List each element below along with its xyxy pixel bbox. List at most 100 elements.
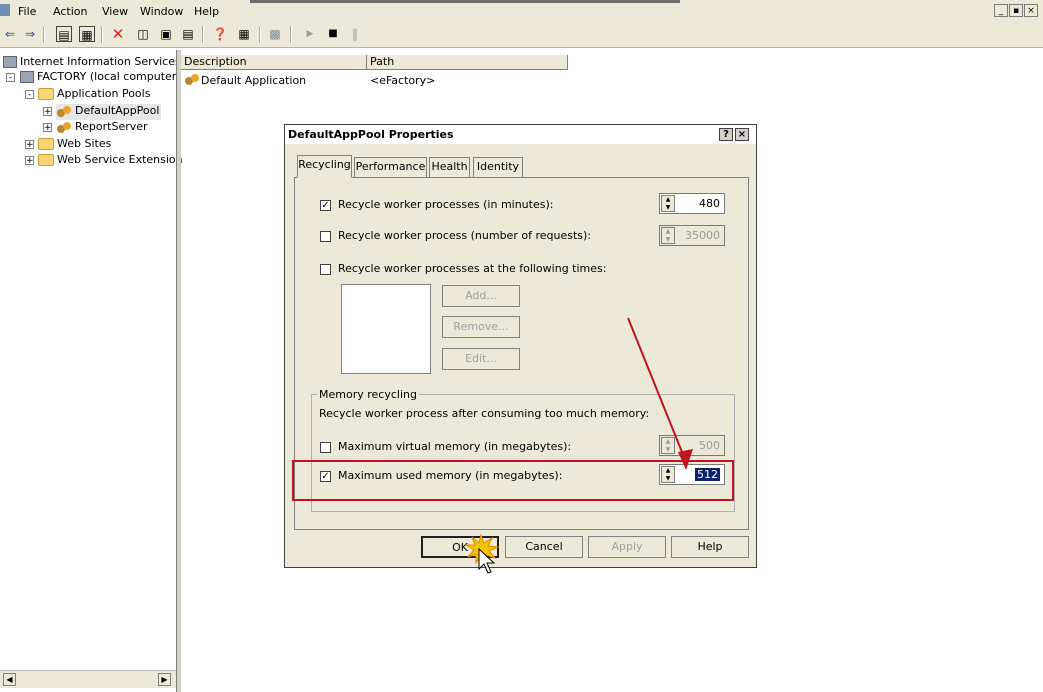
menu-window[interactable]: Window (140, 5, 183, 18)
toolbar-separator (101, 26, 103, 43)
help-icon[interactable]: ❓ (212, 26, 228, 42)
recycle-times-list[interactable] (341, 284, 431, 374)
tree-computer-label: FACTORY (local computer) (37, 70, 181, 83)
dialog-title-bar: DefaultAppPool Properties (285, 125, 756, 144)
delete-icon[interactable]: ✕ (110, 26, 126, 42)
tab-identity[interactable]: Identity (473, 157, 523, 177)
console-icon[interactable]: ▦ (236, 26, 252, 42)
close-window-button[interactable]: × (1024, 4, 1038, 17)
toolbar: ⇐ ⇒ ▤ ▦ ✕ ◫ ▣ ▤ ❓ ▦ ▩ ▶ ■ ‖ (0, 22, 1043, 48)
pane-splitter[interactable] (176, 50, 181, 692)
tree-item-web-sites[interactable]: Web Sites (38, 137, 111, 153)
tree-pool2-label: ReportServer (75, 120, 148, 133)
back-icon[interactable]: ⇐ (2, 26, 18, 42)
tree-wse-label: Web Service Extension (57, 153, 183, 166)
dialog-title: DefaultAppPool Properties (288, 128, 454, 141)
tab-recycling[interactable]: Recycling (297, 155, 352, 178)
menu-bar: File Action View Window Help _ ▪ × (0, 0, 1043, 22)
recycle-times-checkbox[interactable] (320, 264, 331, 275)
row-description: Default Application (201, 74, 307, 87)
recycle-minutes-checkbox[interactable]: ✓ (320, 200, 331, 211)
toolbar-separator (290, 26, 292, 43)
tree-item-defaultapppool[interactable]: DefaultAppPool (56, 104, 162, 120)
spin-arrows-icon[interactable]: ▲ ▼ (661, 195, 675, 212)
expand-icon[interactable]: + (43, 107, 52, 117)
expand-icon[interactable]: + (43, 123, 52, 133)
tree-pane: Internet Information Services - FACTORY … (0, 50, 183, 670)
toolbar-separator (259, 26, 261, 43)
stop-icon[interactable]: ■ (325, 26, 341, 42)
folder-icon (38, 88, 54, 100)
menu-file[interactable]: File (18, 5, 36, 18)
minimize-button[interactable]: _ (994, 4, 1008, 17)
toolbar-separator (43, 26, 45, 43)
row-path: <eFactory> (370, 74, 436, 87)
export-list-icon[interactable]: ▤ (180, 26, 196, 42)
dialog-help-button[interactable]: ? (719, 128, 733, 141)
edit-button[interactable]: Edit... (442, 348, 520, 370)
toolbar-separator (202, 26, 204, 43)
add-button[interactable]: Add... (442, 285, 520, 307)
recycle-minutes-value: 480 (699, 197, 720, 210)
forward-icon[interactable]: ⇒ (22, 26, 38, 42)
window-edge (250, 0, 680, 3)
tab-performance[interactable]: Performance (354, 157, 427, 177)
restore-button[interactable]: ▪ (1009, 4, 1023, 17)
recycle-requests-label: Recycle worker process (number of reques… (338, 229, 591, 242)
tree-horizontal-scrollbar[interactable]: ◀ ▶ (0, 670, 176, 688)
tree-item-app-pools[interactable]: Application Pools (38, 87, 150, 103)
tree-web-sites-label: Web Sites (57, 137, 112, 150)
list-header: Description Path (181, 55, 1043, 70)
tree-item-reportserver[interactable]: ReportServer (56, 120, 148, 136)
recycle-minutes-stepper[interactable]: ▲ ▼ 480 (659, 193, 725, 214)
scroll-left-icon[interactable]: ◀ (3, 673, 16, 686)
computer-icon[interactable]: ▩ (267, 26, 283, 42)
expand-icon[interactable]: + (25, 156, 34, 166)
tab-health[interactable]: Health (429, 157, 470, 177)
mouse-cursor-icon (478, 548, 496, 574)
recycle-requests-stepper[interactable]: ▲ ▼ 35000 (659, 225, 725, 246)
annotation-arrow-icon (627, 317, 693, 470)
up-folder-icon[interactable]: ▤ (56, 26, 72, 42)
tree-root-label: Internet Information Services (20, 55, 181, 68)
iis-icon (3, 56, 17, 68)
apply-button[interactable]: Apply (588, 536, 666, 558)
tree-item-iis[interactable]: Internet Information Services (3, 55, 181, 71)
app-icon (0, 4, 10, 16)
folder-icon (38, 138, 54, 150)
memory-group-label: Memory recycling (317, 388, 419, 401)
spin-arrows-icon[interactable]: ▲ ▼ (661, 227, 675, 244)
properties-icon[interactable]: ◫ (135, 26, 151, 42)
show-tree-icon[interactable]: ▦ (79, 26, 95, 42)
recycle-times-label: Recycle worker processes at the followin… (338, 262, 607, 275)
cancel-button[interactable]: Cancel (505, 536, 583, 558)
menu-view[interactable]: View (102, 5, 128, 18)
collapse-icon[interactable]: - (25, 90, 34, 100)
help-button[interactable]: Help (671, 536, 749, 558)
pause-icon[interactable]: ‖ (347, 26, 363, 42)
collapse-icon[interactable]: - (6, 73, 15, 83)
max-virtual-label: Maximum virtual memory (in megabytes): (338, 440, 572, 453)
expand-icon[interactable]: + (25, 140, 34, 150)
column-path[interactable]: Path (367, 55, 568, 70)
application-icon (184, 73, 200, 86)
max-virtual-checkbox[interactable] (320, 442, 331, 453)
tree-app-pools-label: Application Pools (57, 87, 151, 100)
start-icon[interactable]: ▶ (302, 26, 318, 42)
scroll-right-icon[interactable]: ▶ (158, 673, 171, 686)
app-pool-icon (56, 121, 72, 134)
refresh-icon[interactable]: ▣ (158, 26, 174, 42)
computer-icon (20, 71, 34, 83)
recycle-requests-value: 35000 (685, 229, 720, 242)
tree-item-computer[interactable]: FACTORY (local computer) (20, 70, 181, 86)
list-row[interactable]: Default Application <eFactory> (184, 73, 484, 89)
column-description[interactable]: Description (181, 55, 367, 70)
tree-item-wse[interactable]: Web Service Extension (38, 153, 183, 169)
dialog-close-button[interactable]: × (735, 128, 749, 141)
tree-pool1-label: DefaultAppPool (75, 104, 160, 117)
remove-button[interactable]: Remove... (442, 316, 520, 338)
menu-help[interactable]: Help (194, 5, 219, 18)
menu-action[interactable]: Action (53, 5, 87, 18)
recycle-requests-checkbox[interactable] (320, 231, 331, 242)
folder-icon (38, 154, 54, 166)
